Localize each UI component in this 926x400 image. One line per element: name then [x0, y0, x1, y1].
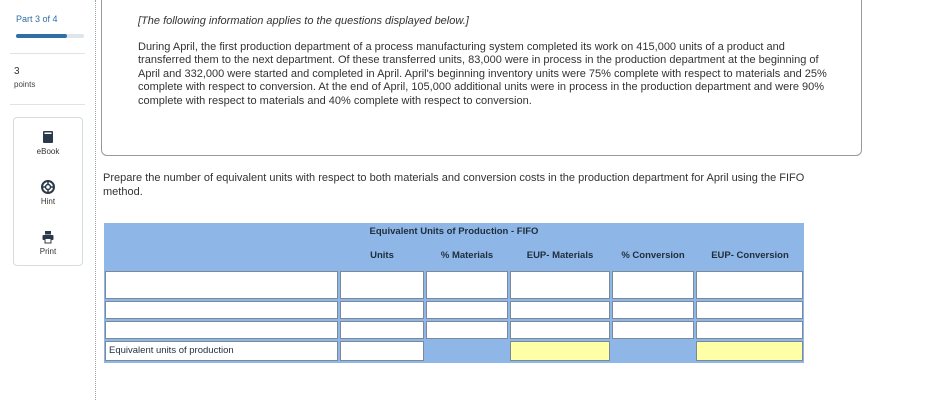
points-label: points — [14, 80, 36, 89]
row3-pct-materials-cell[interactable] — [426, 321, 508, 341]
print-label: Print — [39, 247, 57, 256]
row1-units-cell[interactable] — [340, 271, 424, 299]
total-units-cell[interactable] — [340, 341, 424, 362]
total-eup-materials-input[interactable] — [511, 343, 609, 362]
row3-units-input[interactable] — [341, 324, 423, 341]
row3-pct-conversion-input[interactable] — [613, 324, 693, 341]
row2-description-input[interactable] — [106, 304, 337, 321]
fifo-table: Equivalent Units of Production - FIFO Un… — [104, 223, 804, 363]
row2-units-input[interactable] — [341, 304, 423, 321]
row1-eup-conversion-cell[interactable] — [696, 271, 803, 299]
row1-units-input[interactable] — [341, 272, 423, 298]
rail-divider — [10, 104, 85, 105]
row3-eup-conversion-input[interactable] — [697, 324, 802, 341]
row3-pct-materials-input[interactable] — [427, 324, 507, 341]
row1-eup-conversion-input[interactable] — [697, 272, 802, 298]
hint-label: Hint — [40, 197, 56, 206]
question-prompt: Prepare the number of equivalent units w… — [103, 172, 805, 198]
part-progress-fill — [16, 34, 67, 38]
info-heading: [The following information applies to th… — [138, 15, 469, 27]
row2-pct-conversion-input[interactable] — [613, 304, 693, 321]
total-eup-materials-cell[interactable] — [510, 341, 610, 362]
row2-description-cell[interactable] — [105, 301, 338, 321]
row3-pct-conversion-cell[interactable] — [612, 321, 694, 341]
row3-eup-materials-input[interactable] — [511, 324, 609, 341]
info-body: During April, the first production depar… — [138, 41, 827, 107]
total-eup-conversion-cell[interactable] — [696, 341, 803, 362]
row1-pct-conversion-input[interactable] — [613, 272, 693, 298]
total-row-label: Equivalent units of production — [105, 341, 338, 361]
row2-eup-materials-input[interactable] — [511, 304, 609, 321]
points-value: 3 — [14, 66, 20, 77]
column-header-pct-materials: % Materials — [440, 250, 494, 261]
row1-eup-materials-input[interactable] — [511, 272, 609, 298]
column-header-units: Units — [370, 250, 394, 261]
row2-eup-conversion-input[interactable] — [697, 304, 802, 321]
column-header-pct-conversion: % Conversion — [621, 250, 685, 261]
book-icon — [43, 131, 53, 143]
table-title: Equivalent Units of Production - FIFO — [369, 226, 539, 237]
ebook-label: eBook — [36, 147, 60, 156]
ebook-button[interactable]: eBook — [14, 122, 82, 166]
print-button[interactable]: Print — [14, 222, 82, 266]
row1-pct-materials-input[interactable] — [427, 272, 507, 298]
part-progress-bar — [16, 34, 84, 38]
total-eup-conversion-input[interactable] — [697, 343, 802, 362]
row1-pct-conversion-cell[interactable] — [612, 271, 694, 299]
column-header-eup-materials: EUP- Materials — [526, 250, 594, 261]
row3-units-cell[interactable] — [340, 321, 424, 341]
row2-eup-conversion-cell[interactable] — [696, 301, 803, 321]
total-units-input[interactable] — [341, 343, 423, 362]
left-rail: Part 3 of 4 3 points eBook Hint Print — [0, 0, 96, 400]
row1-description-input[interactable] — [106, 272, 337, 298]
row3-eup-materials-cell[interactable] — [510, 321, 610, 341]
row2-pct-materials-cell[interactable] — [426, 301, 508, 321]
printer-icon — [42, 231, 54, 244]
required-information-box: [The following information applies to th… — [101, 0, 862, 156]
column-header-eup-conversion: EUP- Conversion — [711, 250, 789, 261]
row2-pct-materials-input[interactable] — [427, 304, 507, 321]
row2-eup-materials-cell[interactable] — [510, 301, 610, 321]
row1-eup-materials-cell[interactable] — [510, 271, 610, 299]
row1-description-cell[interactable] — [105, 271, 338, 299]
row2-pct-conversion-cell[interactable] — [612, 301, 694, 321]
row1-pct-materials-cell[interactable] — [426, 271, 508, 299]
part-indicator: Part 3 of 4 — [16, 14, 58, 24]
rail-divider — [10, 53, 85, 54]
row3-description-input[interactable] — [106, 324, 337, 341]
row3-eup-conversion-cell[interactable] — [696, 321, 803, 341]
hint-button[interactable]: Hint — [14, 172, 82, 216]
lifebuoy-icon — [41, 180, 55, 194]
row2-units-cell[interactable] — [340, 301, 424, 321]
row3-description-cell[interactable] — [105, 321, 338, 341]
tool-panel: eBook Hint Print — [13, 117, 83, 266]
